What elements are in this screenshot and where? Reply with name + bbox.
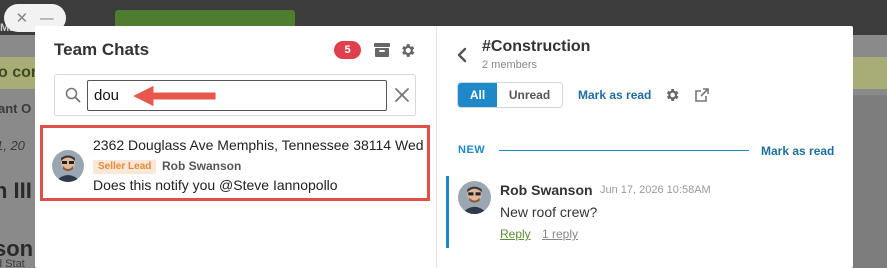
team-chats-panel: Team Chats 5 dou 2362 Douglass Ave Memph…	[35, 26, 853, 268]
chevron-left-icon[interactable]	[456, 46, 468, 64]
search-result-item[interactable]: 2362 Douglass Ave Memphis, Tennessee 381…	[40, 125, 430, 201]
unread-indicator-bar	[446, 176, 449, 248]
search-box	[54, 74, 416, 116]
new-divider-line	[499, 150, 749, 151]
panel-title: Team Chats	[54, 40, 150, 59]
member-count: 2 members	[482, 59, 538, 71]
chat-list-pane: Team Chats 5 dou 2362 Douglass Ave Memph…	[35, 26, 437, 268]
avatar	[458, 181, 491, 214]
archive-icon[interactable]	[374, 43, 390, 57]
background-text: 1, 20	[0, 138, 25, 153]
message-text: New roof crew?	[500, 204, 598, 220]
mark-as-read-new-link[interactable]: Mark as read	[761, 144, 834, 158]
reply-count-link[interactable]: 1 reply	[542, 227, 578, 241]
search-icon	[65, 87, 81, 103]
channel-pane: #Construction 2 members All Unread Mark …	[437, 26, 853, 268]
external-link-icon[interactable]	[694, 87, 710, 103]
minimize-icon[interactable]: —	[39, 10, 54, 26]
filter-all-button[interactable]: All	[458, 83, 497, 107]
channel-title: #Construction	[482, 38, 591, 55]
annotation-arrow-icon	[130, 84, 217, 108]
background-text: d Stat	[0, 258, 25, 268]
avatar	[52, 150, 84, 182]
new-divider-label: NEW	[458, 144, 486, 156]
filter-toggle: All Unread	[457, 82, 563, 108]
background-banner-right	[853, 57, 887, 89]
gear-icon[interactable]	[399, 42, 416, 59]
filter-unread-button[interactable]: Unread	[497, 83, 562, 107]
clear-search-icon[interactable]	[394, 87, 410, 103]
result-title: 2362 Douglass Ave Memphis, Tennessee 381…	[93, 137, 424, 153]
result-message: Does this notify you @Steve Iannopollo	[93, 177, 338, 193]
result-author: Rob Swanson	[162, 159, 242, 173]
message-timestamp: Jun 17, 2026 10:58AM	[600, 184, 711, 196]
close-icon[interactable]: ✕	[16, 10, 29, 26]
seller-lead-tag: Seller Lead	[93, 160, 157, 174]
background-text: n III	[0, 178, 32, 203]
background-text: ant O	[0, 101, 32, 116]
background-banner-text: o cor	[0, 64, 38, 81]
gear-icon[interactable]	[664, 87, 680, 103]
reply-link[interactable]: Reply	[500, 227, 531, 241]
background-right-area	[853, 95, 887, 268]
unread-count-badge: 5	[334, 41, 361, 59]
message-author: Rob Swanson	[500, 182, 593, 198]
mark-as-read-link[interactable]: Mark as read	[578, 88, 651, 102]
